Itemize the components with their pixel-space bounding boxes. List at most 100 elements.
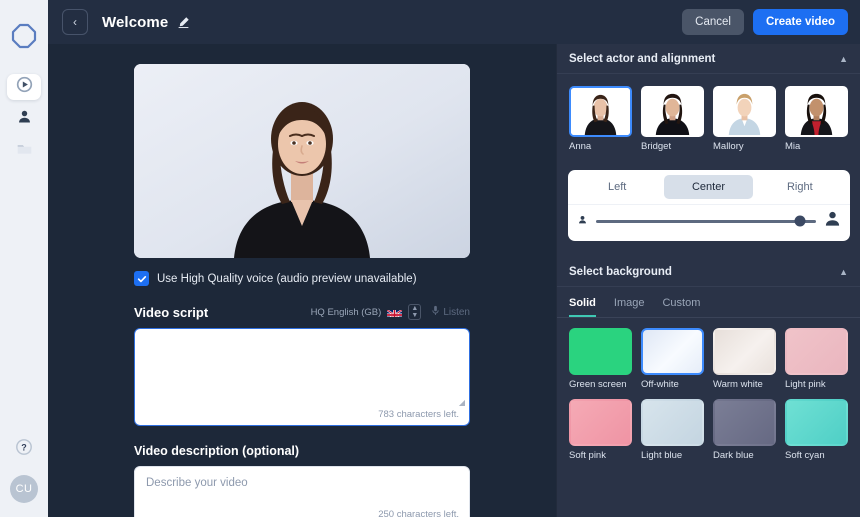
- tab-solid[interactable]: Solid: [569, 297, 596, 317]
- background-section-title: Select background: [569, 265, 672, 278]
- tab-custom[interactable]: Custom: [662, 297, 700, 317]
- create-video-button[interactable]: Create video: [752, 9, 848, 35]
- hq-voice-row: Use High Quality voice (audio preview un…: [134, 271, 470, 286]
- alignment-segmented-control: Left Center Right: [568, 170, 850, 204]
- sidebar-item-files[interactable]: [7, 138, 41, 164]
- back-button[interactable]: ‹: [62, 9, 88, 35]
- sidebar-item-actors[interactable]: [7, 106, 41, 132]
- pencil-icon[interactable]: [177, 16, 190, 29]
- editor-pane: Use High Quality voice (audio preview un…: [48, 44, 556, 517]
- swatch-color: [641, 328, 704, 375]
- actor-image-mallory: [715, 88, 774, 135]
- hq-voice-label: Use High Quality voice (audio preview un…: [157, 272, 417, 285]
- presenter-image: [134, 64, 470, 258]
- swatch-color: [569, 399, 632, 446]
- actor-name: Mia: [785, 141, 801, 152]
- background-swatch-warm-white[interactable]: Warm white: [713, 328, 776, 390]
- background-swatch-soft-pink[interactable]: Soft pink: [569, 399, 632, 461]
- background-swatch-soft-cyan[interactable]: Soft cyan: [785, 399, 848, 461]
- actor-name: Anna: [569, 141, 592, 152]
- alignment-option-right[interactable]: Right: [755, 175, 844, 199]
- background-swatch-light-blue[interactable]: Light blue: [641, 399, 704, 461]
- description-input[interactable]: [134, 466, 470, 517]
- octagon-logo-icon: [8, 20, 40, 52]
- page-title: Welcome: [102, 13, 169, 31]
- actor-grid: Anna Bridget Mallory Mia: [557, 74, 860, 152]
- video-play-icon: [16, 76, 33, 98]
- background-swatch-light-pink[interactable]: Light pink: [785, 328, 848, 390]
- help-icon[interactable]: ?: [14, 437, 34, 457]
- microphone-icon: [431, 305, 440, 319]
- person-small-icon: [577, 212, 588, 230]
- chevron-left-icon: ‹: [73, 15, 77, 29]
- actor-card-bridget[interactable]: Bridget: [641, 86, 704, 152]
- actor-thumb: [641, 86, 704, 137]
- swatch-color: [641, 399, 704, 446]
- swatch-color: [785, 399, 848, 446]
- video-preview[interactable]: [134, 64, 470, 258]
- size-slider-row: [567, 204, 850, 241]
- editor-inner: Use High Quality voice (audio preview un…: [134, 64, 470, 517]
- main-column: ‹ Welcome Cancel Create video Use High Q…: [48, 0, 860, 517]
- person-icon: [16, 108, 33, 130]
- actor-card-mallory[interactable]: Mallory: [713, 86, 776, 152]
- avatar[interactable]: CU: [10, 475, 38, 503]
- description-title: Video description (optional): [134, 444, 300, 458]
- background-swatch-dark-blue[interactable]: Dark blue: [713, 399, 776, 461]
- cancel-button[interactable]: Cancel: [682, 9, 744, 35]
- language-stepper[interactable]: ▲ ▼: [408, 304, 422, 320]
- swatch-color: [713, 399, 776, 446]
- alignment-card: Left Center Right: [567, 170, 850, 241]
- sidebar-item-videos[interactable]: [7, 74, 41, 100]
- actor-section-header[interactable]: Select actor and alignment ▲: [557, 44, 860, 74]
- alignment-option-left[interactable]: Left: [573, 175, 662, 199]
- background-section-header[interactable]: Select background ▲: [557, 257, 860, 287]
- actor-name: Mallory: [713, 141, 744, 152]
- actor-card-anna[interactable]: Anna: [569, 86, 632, 152]
- script-textarea-wrap: ◢ 783 characters left.: [134, 328, 470, 426]
- actor-thumb: [785, 86, 848, 137]
- avatar-initials: CU: [15, 483, 33, 495]
- chevron-up-icon[interactable]: ▲: [839, 54, 848, 64]
- swatch-color: [713, 328, 776, 375]
- chevron-up-icon: ▲: [411, 305, 419, 312]
- swatch-color: [569, 328, 632, 375]
- swatch-label: Green screen: [569, 379, 627, 390]
- size-slider[interactable]: [595, 215, 816, 227]
- person-large-icon: [824, 210, 841, 232]
- actor-name: Bridget: [641, 141, 672, 152]
- swatch-color: [785, 328, 848, 375]
- description-textarea-wrap: 250 characters left.: [134, 466, 470, 517]
- right-panel: Select actor and alignment ▲ Anna Bridge…: [556, 44, 860, 517]
- alignment-option-center[interactable]: Center: [663, 175, 754, 199]
- language-label[interactable]: HQ English (GB): [311, 307, 382, 318]
- actor-section-title: Select actor and alignment: [569, 52, 716, 65]
- tab-image[interactable]: Image: [614, 297, 645, 317]
- swatch-label: Light blue: [641, 450, 683, 461]
- listen-button[interactable]: Listen: [427, 305, 470, 319]
- app-root: ? CU ‹ Welcome Cancel Create video Use H…: [0, 0, 860, 517]
- resize-grip-icon[interactable]: ◢: [459, 398, 465, 407]
- actor-thumb: [713, 86, 776, 137]
- actor-image-bridget: [643, 88, 702, 135]
- swatch-label: Soft cyan: [785, 450, 825, 461]
- listen-label: Listen: [443, 306, 470, 318]
- main-row: Use High Quality voice (audio preview un…: [48, 44, 860, 517]
- actor-card-mia[interactable]: Mia: [785, 86, 848, 152]
- actor-image-anna: [571, 88, 630, 135]
- background-grid: Green screen Off-white Warm white Light …: [557, 318, 860, 461]
- background-swatch-off-white[interactable]: Off-white: [641, 328, 704, 390]
- top-header: ‹ Welcome Cancel Create video: [48, 0, 860, 44]
- folder-icon: [16, 140, 33, 162]
- script-tools: HQ English (GB) ▲ ▼ Listen: [311, 304, 470, 320]
- background-swatch-green-screen[interactable]: Green screen: [569, 328, 632, 390]
- swatch-label: Off-white: [641, 379, 679, 390]
- script-input[interactable]: [134, 328, 470, 426]
- size-slider-thumb[interactable]: [794, 215, 806, 227]
- actor-image-mia: [787, 88, 846, 135]
- chevron-up-icon[interactable]: ▲: [839, 267, 848, 277]
- hq-voice-checkbox[interactable]: [134, 271, 149, 286]
- swatch-label: Soft pink: [569, 450, 606, 461]
- uk-flag-icon: [387, 307, 403, 317]
- chevron-down-icon: ▼: [411, 312, 419, 319]
